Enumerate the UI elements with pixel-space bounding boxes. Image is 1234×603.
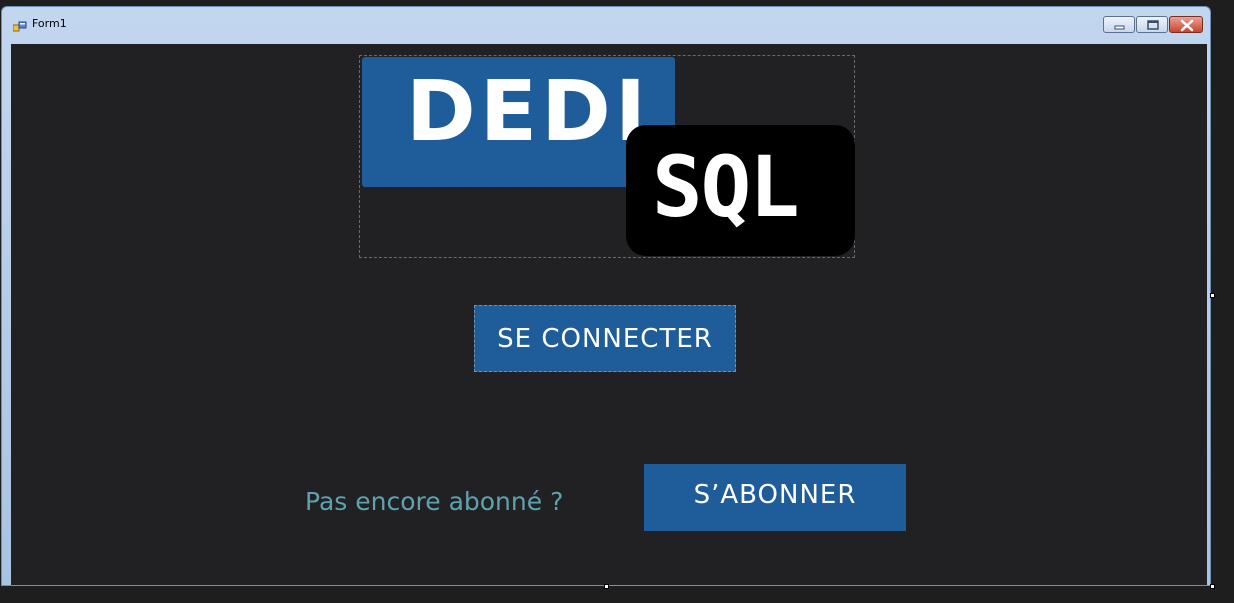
minimize-icon — [1114, 25, 1125, 30]
maximize-button[interactable] — [1136, 16, 1168, 33]
logo-black-panel: SQL — [626, 125, 855, 256]
logo-text-dedi: DEDI — [406, 62, 651, 160]
form-client-area: DEDI SQL SE CONNECTER Pas encore abonné … — [11, 44, 1207, 585]
close-icon — [1180, 19, 1194, 32]
maximize-icon — [1147, 20, 1159, 30]
connect-button[interactable]: SE CONNECTER — [474, 305, 736, 372]
subscribe-button[interactable]: S’ABONNER — [644, 464, 906, 531]
logo-text-sql: SQL — [652, 138, 800, 236]
window-title: Form1 — [32, 17, 67, 30]
subscribe-prompt-label: Pas encore abonné ? — [305, 487, 564, 516]
title-bar[interactable]: Form1 — [2, 7, 1210, 37]
close-button[interactable] — [1169, 16, 1203, 33]
form-icon — [12, 18, 27, 32]
minimize-button[interactable] — [1103, 16, 1135, 33]
connect-button-label: SE CONNECTER — [497, 323, 713, 354]
form-window[interactable]: Form1 DEDI SQL SE CONNECTER Pas encore a… — [1, 6, 1211, 586]
resize-handle-right[interactable] — [1210, 293, 1215, 298]
subscribe-button-label: S’ABONNER — [693, 479, 857, 510]
resize-handle-bottom[interactable] — [604, 584, 609, 589]
logo-picturebox[interactable]: DEDI SQL — [359, 55, 855, 258]
resize-handle-corner[interactable] — [1210, 584, 1215, 589]
